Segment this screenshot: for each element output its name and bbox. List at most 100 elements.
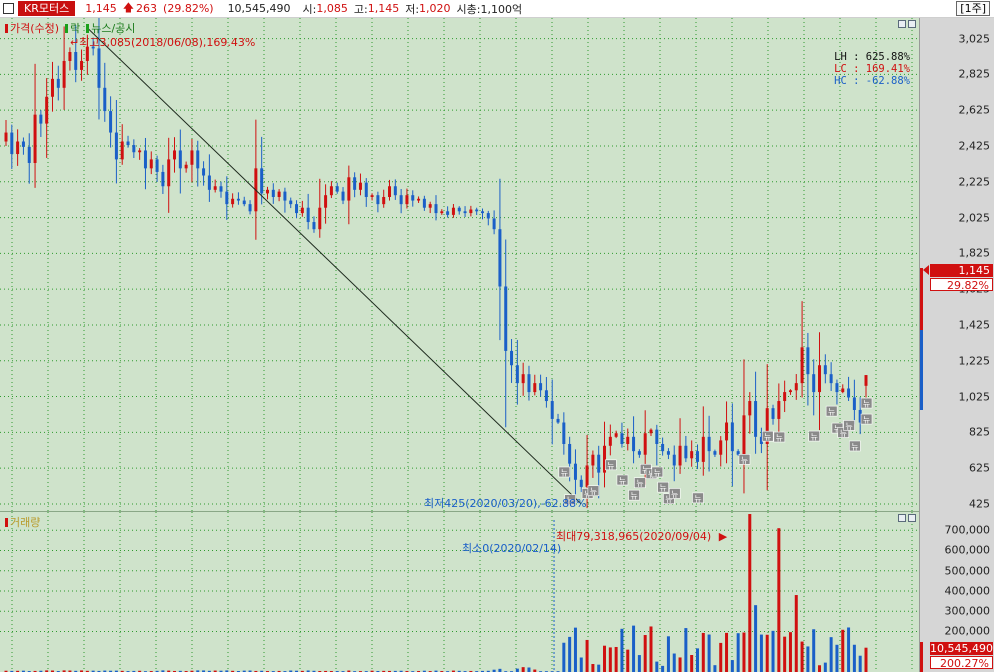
volume-bar: [614, 646, 618, 672]
news-marker-glyph: 뉴: [561, 468, 568, 477]
minimize-panel-button[interactable]: [898, 20, 906, 28]
volume-bar: [585, 639, 589, 672]
candle-body: [800, 347, 804, 384]
volume-bar: [637, 655, 641, 672]
news-marker-glyph: 뉴: [590, 487, 597, 496]
candle-body: [103, 87, 107, 112]
stat-lh: LH : 625.88%: [834, 51, 910, 63]
news-marker[interactable]: 뉴: [860, 397, 873, 409]
volume-range-bar: [920, 642, 923, 672]
candle-body: [283, 191, 287, 201]
candle-body: [231, 198, 235, 205]
current-pct-tag: 29.82%: [930, 278, 993, 292]
high-marker-icon: ↵: [70, 36, 80, 49]
volume-bar: [829, 637, 833, 672]
select-checkbox[interactable]: [3, 3, 14, 14]
candle-body: [300, 207, 304, 214]
news-marker[interactable]: 뉴: [605, 459, 617, 471]
price-tick-label: 2,625: [958, 103, 991, 117]
price-change-pct: (29.82%): [163, 2, 214, 15]
candle-body: [475, 209, 479, 212]
news-legend-marker: [86, 23, 90, 33]
volume-bar: [794, 595, 798, 672]
news-marker[interactable]: 뉴: [738, 454, 751, 465]
news-marker[interactable]: 뉴: [628, 489, 640, 501]
news-marker[interactable]: 뉴: [761, 430, 774, 442]
high-low-trend-line[interactable]: [87, 27, 582, 505]
candle-body: [68, 52, 72, 61]
news-marker[interactable]: 뉴: [587, 485, 600, 497]
volume-bar: [852, 644, 856, 672]
news-marker[interactable]: 뉴: [616, 474, 629, 486]
volume-bar: [661, 665, 665, 672]
candle-body: [620, 433, 624, 444]
news-marker[interactable]: 뉴: [825, 405, 838, 417]
news-marker[interactable]: 뉴: [773, 431, 786, 443]
candle-body: [289, 200, 293, 205]
news-marker-glyph: 뉴: [694, 494, 701, 503]
news-marker[interactable]: 뉴: [657, 481, 669, 493]
volume-chart-area[interactable]: 거래량 최대79,318,965(2020/09/04) ▶ 최소0(2020/…: [0, 512, 919, 672]
minimize-volume-panel-button[interactable]: [898, 514, 906, 522]
news-marker[interactable]: 뉴: [843, 420, 855, 431]
volume-tick-label: 200,000: [944, 624, 991, 638]
volume-bar: [701, 632, 705, 672]
candle-body: [829, 374, 833, 384]
price-legend-label[interactable]: 가격(수정): [10, 20, 59, 36]
close-volume-panel-button[interactable]: [908, 514, 916, 522]
candle-body: [39, 114, 43, 124]
period-button[interactable]: [1주]: [956, 1, 990, 16]
candle-body: [498, 229, 502, 287]
news-marker[interactable]: 뉴: [651, 466, 664, 478]
close-panel-button[interactable]: [908, 20, 916, 28]
low-label: 저:: [405, 2, 420, 16]
price-legend-marker: [5, 23, 8, 33]
candle-body: [80, 60, 84, 70]
volume-bar: [847, 627, 851, 672]
news-marker-glyph: 뉴: [863, 416, 870, 425]
candle-body: [149, 159, 153, 169]
candle-body: [597, 454, 601, 473]
low-annotation: 최저425(2020/03/20),-62.88%: [424, 497, 587, 510]
news-marker[interactable]: 뉴: [634, 477, 646, 489]
candle-body: [33, 114, 37, 163]
candle-body: [492, 218, 496, 230]
current-volume-pct-tag: 200.27%: [930, 656, 993, 670]
candle-body: [370, 195, 374, 197]
volume-bar: [643, 635, 647, 672]
volume-bar: [777, 528, 781, 672]
news-marker[interactable]: 뉴: [849, 440, 861, 452]
candle-body: [132, 145, 136, 153]
news-marker[interactable]: 뉴: [808, 430, 821, 442]
candle-body: [114, 132, 118, 160]
price-tick-label: 1,025: [958, 390, 991, 404]
candle-body: [852, 397, 856, 410]
candle-body: [74, 52, 78, 70]
candle-body: [126, 141, 130, 146]
price-chart-area[interactable]: 뉴뉴뉴뉴뉴뉴뉴뉴뉴뉴뉴뉴뉴뉴뉴뉴뉴뉴뉴뉴뉴뉴뉴뉴뉴뉴뉴뉴 가격(수정) 락 뉴스…: [0, 18, 919, 512]
candle-body: [202, 168, 206, 176]
low-value: 1,020: [419, 2, 451, 15]
candle-body: [399, 195, 403, 205]
news-marker[interactable]: 뉴: [860, 413, 873, 425]
volume-bar: [818, 665, 822, 672]
current-price-tag: 1,145: [930, 264, 993, 277]
volume-bar: [788, 632, 792, 672]
candle-body: [661, 443, 665, 452]
candle-body: [632, 436, 636, 452]
price-range-bar-down: [920, 330, 923, 410]
volume-y-axis[interactable]: 700,000 600,000 500,000 400,000 300,000 200,0…: [919, 512, 994, 672]
stock-name-badge[interactable]: KR모터스: [18, 1, 76, 16]
candle-body: [364, 182, 368, 197]
candle-body: [143, 150, 147, 169]
news-marker-glyph: 뉴: [828, 408, 835, 417]
news-marker[interactable]: 뉴: [692, 492, 704, 504]
news-marker[interactable]: 뉴: [668, 488, 681, 499]
candle-body: [376, 195, 380, 205]
volume-bar: [690, 654, 694, 672]
volume-legend-label[interactable]: 거래량: [10, 514, 40, 530]
price-y-axis[interactable]: 3,0252,8252,6252,4252,2252,0251,8251,625…: [919, 18, 994, 512]
candle-body: [109, 111, 113, 133]
news-marker[interactable]: 뉴: [558, 466, 571, 478]
volume-max-annotation: 최대79,318,965(2020/09/04) ▶: [556, 528, 727, 544]
